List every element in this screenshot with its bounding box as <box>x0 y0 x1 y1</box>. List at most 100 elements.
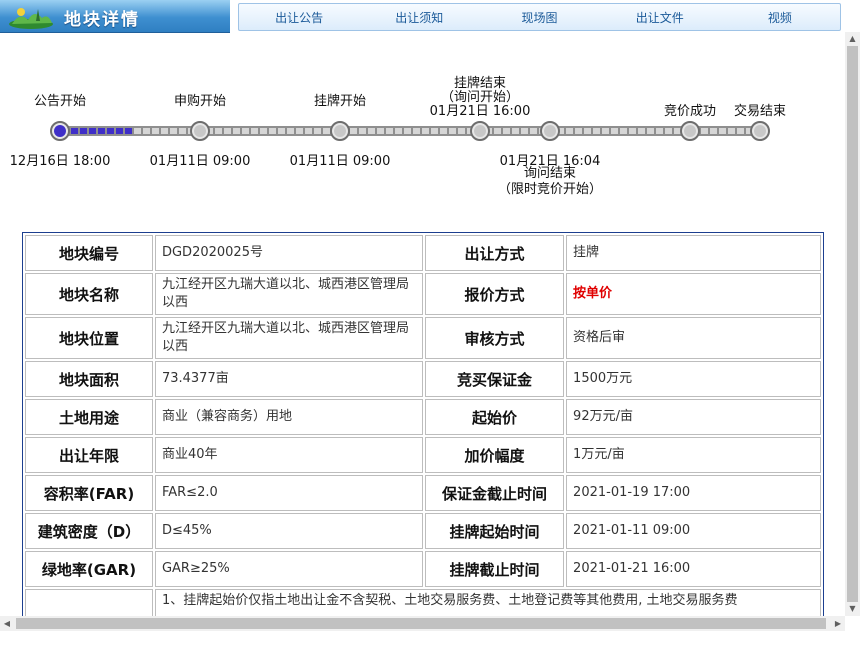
field-label: 容积率(FAR) <box>25 475 153 511</box>
nav-documents[interactable]: 出让文件 <box>600 9 720 26</box>
vertical-scroll-thumb[interactable] <box>847 46 858 602</box>
node-label-6: 交易结束 <box>733 104 787 119</box>
scroll-left-arrow-icon[interactable]: ◀ <box>0 616 14 631</box>
track-segment <box>512 128 519 134</box>
field-label: 挂牌截止时间 <box>425 551 565 587</box>
track-segment <box>71 128 78 134</box>
node-label-1: 申购开始 <box>173 94 227 109</box>
track-segment <box>458 128 465 134</box>
track-segment <box>602 128 609 134</box>
field-value: 2021-01-11 09:00 <box>566 513 821 549</box>
track-segment <box>260 128 267 134</box>
track-segment <box>728 128 735 134</box>
nav-site-map[interactable]: 现场图 <box>479 9 599 26</box>
track-segment <box>242 128 249 134</box>
track-segment <box>440 128 447 134</box>
timeline-node-fill-5 <box>684 125 696 137</box>
node-time-2: 01月11日 09:00 <box>289 154 391 169</box>
track-segment <box>719 128 726 134</box>
node-label-2: 挂牌开始 <box>313 94 367 109</box>
field-value: 商业（兼容商务）用地 <box>154 399 423 435</box>
field-value: 2021-01-19 17:00 <box>566 475 821 511</box>
field-value: 资格后审 <box>566 317 821 359</box>
track-segment <box>251 128 258 134</box>
table-row: 土地用途 商业（兼容商务）用地 起始价 92万元/亩 <box>25 399 821 435</box>
node-sub-4: （限时竞价开始） <box>497 182 603 197</box>
table-row: 绿地率(GAR) GAR≥25% 挂牌截止时间 2021-01-21 16:00 <box>25 551 821 587</box>
timeline-node-fill-0 <box>54 125 66 137</box>
timeline-node-fill-1 <box>194 125 206 137</box>
field-value: 按单价 <box>566 273 821 315</box>
track-segment <box>224 128 231 134</box>
track-segment <box>368 128 375 134</box>
landscape-logo-icon <box>9 8 53 29</box>
track-segment <box>215 128 222 134</box>
timeline-track <box>50 121 770 141</box>
node-time-1: 01月11日 09:00 <box>149 154 251 169</box>
track-segment <box>134 128 141 134</box>
track-segment <box>143 128 150 134</box>
node-label-0: 公告开始 <box>33 94 87 109</box>
nav-announcement[interactable]: 出让公告 <box>239 9 359 26</box>
scroll-down-arrow-icon[interactable]: ▼ <box>845 602 860 616</box>
nav-notice[interactable]: 出让须知 <box>359 9 479 26</box>
track-segment <box>566 128 573 134</box>
track-segment <box>278 128 285 134</box>
field-value: 商业40年 <box>154 437 423 473</box>
node-sub-3: （询问开始） <box>440 90 520 105</box>
track-segment <box>269 128 276 134</box>
field-value: GAR≥25% <box>154 551 423 587</box>
vertical-scrollbar[interactable]: ▲ ▼ <box>845 32 860 616</box>
track-segment <box>386 128 393 134</box>
track-segment <box>359 128 366 134</box>
field-label: 土地用途 <box>25 399 153 435</box>
track-segment <box>575 128 582 134</box>
scroll-up-arrow-icon[interactable]: ▲ <box>845 32 860 46</box>
node-label-3: 挂牌结束 <box>453 76 507 91</box>
track-segment <box>161 128 168 134</box>
track-segment <box>296 128 303 134</box>
node-label-5: 竞价成功 <box>663 104 717 119</box>
field-value: 挂牌 <box>566 235 821 271</box>
track-segment <box>611 128 618 134</box>
field-label: 地块位置 <box>25 317 153 359</box>
notes-text: 1、挂牌起始价仅指土地出让金不含契税、土地交易服务费、土地登记费等其他费用, 土… <box>154 589 821 617</box>
track-segment <box>449 128 456 134</box>
field-label: 起始价 <box>425 399 565 435</box>
field-label: 报价方式 <box>425 273 565 315</box>
horizontal-scroll-thumb[interactable] <box>16 618 826 629</box>
field-value: 1万元/亩 <box>566 437 821 473</box>
field-label: 建筑密度（D） <box>25 513 153 549</box>
nav-video[interactable]: 视频 <box>720 9 840 26</box>
track-segment <box>404 128 411 134</box>
track-segment <box>98 128 105 134</box>
track-segment <box>629 128 636 134</box>
track-segment <box>314 128 321 134</box>
field-value: DGD2020025号 <box>154 235 423 271</box>
track-segment <box>503 128 510 134</box>
track-segment <box>422 128 429 134</box>
timeline-node-fill-3 <box>474 125 486 137</box>
track-segment <box>521 128 528 134</box>
table-row: 出让年限 商业40年 加价幅度 1万元/亩 <box>25 437 821 473</box>
track-segment <box>701 128 708 134</box>
track-segment <box>116 128 123 134</box>
horizontal-scrollbar[interactable]: ◀ ▶ <box>0 616 845 631</box>
table-row: 地块面积 73.4377亩 竞买保证金 1500万元 <box>25 361 821 397</box>
track-segment <box>152 128 159 134</box>
scroll-right-arrow-icon[interactable]: ▶ <box>831 616 845 631</box>
track-segment <box>656 128 663 134</box>
track-segment <box>170 128 177 134</box>
field-label: 出让方式 <box>425 235 565 271</box>
field-value: 九江经开区九瑞大道以北、城西港区管理局以西 <box>154 273 423 315</box>
track-segment <box>674 128 681 134</box>
table-row: 建筑密度（D） D≤45% 挂牌起始时间 2021-01-11 09:00 <box>25 513 821 549</box>
track-segment <box>431 128 438 134</box>
field-value: 2021-01-21 16:00 <box>566 551 821 587</box>
track-segment <box>323 128 330 134</box>
track-segment <box>647 128 654 134</box>
track-segment <box>89 128 96 134</box>
track-segment <box>638 128 645 134</box>
table-row: 容积率(FAR) FAR≤2.0 保证金截止时间 2021-01-19 17:00 <box>25 475 821 511</box>
field-value: 九江经开区九瑞大道以北、城西港区管理局以西 <box>154 317 423 359</box>
